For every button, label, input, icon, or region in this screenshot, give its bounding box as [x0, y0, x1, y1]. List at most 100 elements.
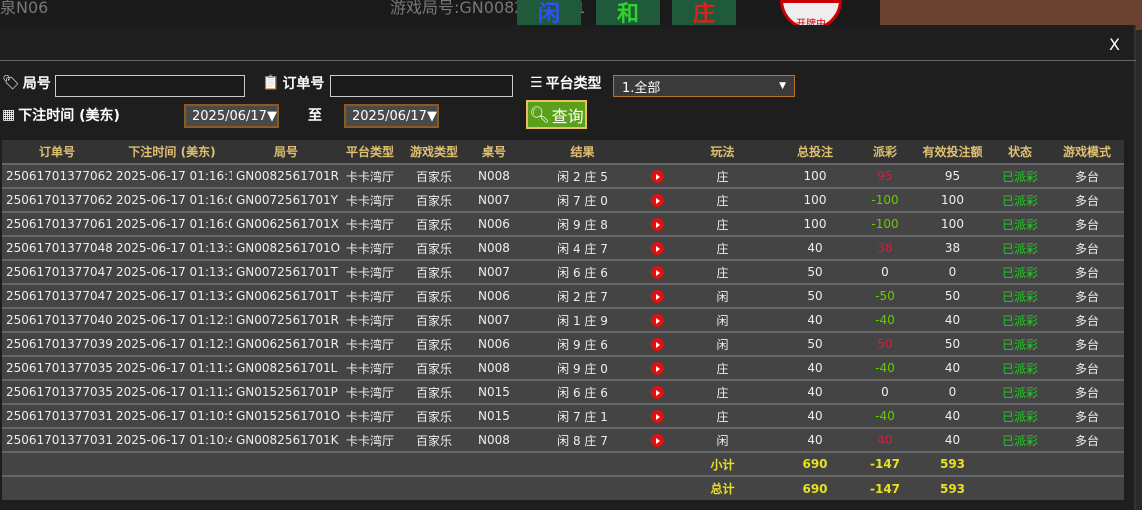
empty-cell: [645, 475, 670, 500]
cell-game-type: 百家乐: [400, 259, 468, 284]
cell-order-id: 250617013770352: [2, 379, 112, 404]
platform-select[interactable]: 1.全部 ▼: [613, 75, 795, 97]
play-replay-icon[interactable]: [651, 242, 664, 255]
cell-payout: 95: [855, 163, 915, 188]
cell-table-no: N008: [468, 235, 520, 260]
cell-play: [645, 163, 670, 188]
cell-table-no: N007: [468, 259, 520, 284]
empty-cell: [2, 475, 112, 500]
cell-payout: -40: [855, 307, 915, 332]
cell-status: 已派彩: [990, 163, 1050, 188]
play-replay-icon[interactable]: [651, 434, 664, 447]
cell-game-type: 百家乐: [400, 427, 468, 452]
cell-bet-time: 2025-06-17 01:10:46: [112, 427, 232, 452]
play-replay-icon[interactable]: [651, 218, 664, 231]
cell-result: 闲 1 庄 9: [520, 307, 645, 332]
cell-platform: 卡卡湾厅: [340, 163, 400, 188]
column-header: 桌号: [468, 140, 520, 164]
date-from-select[interactable]: 2025/06/17 ▼: [184, 104, 279, 128]
cell-platform: 卡卡湾厅: [340, 307, 400, 332]
table-row: 250617013770478 2025-06-17 01:13:27 GN0072…: [2, 259, 1124, 284]
cell-bet-type: 闲: [670, 283, 775, 308]
cell-play: [645, 235, 670, 260]
cell-round-id: GN0072561701Y: [232, 187, 340, 212]
cell-round-id: GN0072561701R: [232, 307, 340, 332]
cell-total-bet: 40: [775, 307, 855, 332]
cell-order-id: 250617013770478: [2, 259, 112, 284]
cell-total-bet: 40: [775, 379, 855, 404]
play-replay-icon[interactable]: [651, 314, 664, 327]
column-header: 结果: [520, 140, 645, 164]
date-to-select[interactable]: 2025/06/17 ▼: [344, 104, 439, 128]
cell-payout: 0: [855, 259, 915, 284]
round-input[interactable]: [55, 75, 245, 97]
cell-platform: 卡卡湾厅: [340, 259, 400, 284]
cell-bet-time: 2025-06-17 01:13:25: [112, 283, 232, 308]
cell-status: 已派彩: [990, 307, 1050, 332]
cell-valid-bet: 40: [915, 403, 990, 428]
cell-table-no: N015: [468, 379, 520, 404]
cell-valid-bet: 38: [915, 235, 990, 260]
cell-table-no: N007: [468, 187, 520, 212]
tag-icon: 🏷: [2, 75, 20, 91]
cell-bet-time: 2025-06-17 01:11:23: [112, 379, 232, 404]
play-replay-icon[interactable]: [651, 362, 664, 375]
play-replay-icon[interactable]: [651, 290, 664, 303]
cell-result: 闲 2 庄 5: [520, 163, 645, 188]
chevron-down-icon: ▼: [266, 108, 277, 124]
cell-bet-type: 庄: [670, 259, 775, 284]
cell-game-type: 百家乐: [400, 211, 468, 236]
total-row: 总计 690 -147 593: [2, 475, 1124, 500]
cell-game-type: 百家乐: [400, 283, 468, 308]
cell-game-mode: 多台: [1050, 187, 1124, 212]
cell-play: [645, 379, 670, 404]
empty-cell: [340, 451, 400, 476]
cell-bet-type: 庄: [670, 163, 775, 188]
cell-total-bet: 40: [775, 235, 855, 260]
cell-status: 已派彩: [990, 235, 1050, 260]
cell-play: [645, 403, 670, 428]
empty-cell: [520, 451, 645, 476]
cell-payout: 0: [855, 379, 915, 404]
cell-status: 已派彩: [990, 403, 1050, 428]
play-replay-icon[interactable]: [651, 386, 664, 399]
cell-game-mode: 多台: [1050, 307, 1124, 332]
play-replay-icon[interactable]: [651, 194, 664, 207]
empty-cell: [112, 451, 232, 476]
order-input[interactable]: [330, 75, 513, 97]
round-label-text: 局号: [22, 76, 51, 92]
table-row: 250617013770396 2025-06-17 01:12:10 GN0062…: [2, 331, 1124, 356]
play-replay-icon[interactable]: [651, 170, 664, 183]
cell-play: [645, 187, 670, 212]
cell-game-type: 百家乐: [400, 355, 468, 380]
table-row: 250617013770477 2025-06-17 01:13:25 GN0062…: [2, 283, 1124, 308]
subtotal-label: 小计: [670, 451, 775, 476]
column-header: 派彩: [855, 140, 915, 164]
cell-play: [645, 427, 670, 452]
table-row: 250617013770405 2025-06-17 01:12:14 GN0072…: [2, 307, 1124, 332]
column-header: [645, 140, 670, 164]
play-replay-icon[interactable]: [651, 410, 664, 423]
cell-order-id: 250617013770396: [2, 331, 112, 356]
cell-status: 已派彩: [990, 187, 1050, 212]
cell-bet-type: 闲: [670, 331, 775, 356]
empty-cell: [400, 451, 468, 476]
empty-cell: [990, 475, 1050, 500]
close-button[interactable]: X: [1109, 35, 1120, 54]
play-replay-icon[interactable]: [651, 338, 664, 351]
cell-game-mode: 多台: [1050, 355, 1124, 380]
cell-bet-type: 庄: [670, 187, 775, 212]
cell-bet-time: 2025-06-17 01:16:11: [112, 163, 232, 188]
empty-cell: [1050, 475, 1124, 500]
play-replay-icon[interactable]: [651, 266, 664, 279]
cell-valid-bet: 40: [915, 427, 990, 452]
cell-table-no: N006: [468, 211, 520, 236]
query-button[interactable]: 🔍︎ 查询: [526, 100, 587, 129]
cell-status: 已派彩: [990, 259, 1050, 284]
cell-bet-time: 2025-06-17 01:12:14: [112, 307, 232, 332]
cell-total-bet: 100: [775, 163, 855, 188]
table-row: 250617013770621 2025-06-17 01:16:11 GN0082…: [2, 163, 1124, 188]
cell-game-mode: 多台: [1050, 163, 1124, 188]
subtotal-payout: -147: [855, 451, 915, 476]
cell-payout: -40: [855, 355, 915, 380]
